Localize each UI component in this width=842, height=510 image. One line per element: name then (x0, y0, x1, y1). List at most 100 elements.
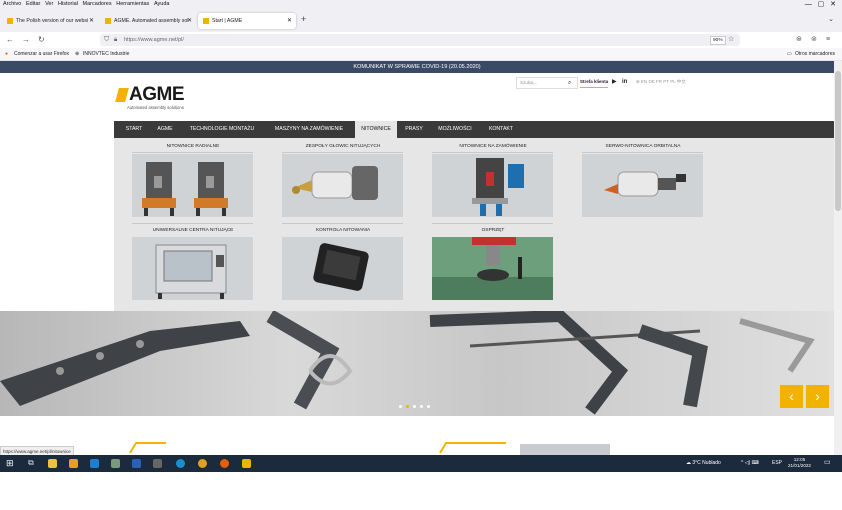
url-text: https://www.agme.net/pl/ (124, 37, 184, 43)
tab-polish-version[interactable]: The Polish version of our websi ✕ (2, 13, 98, 29)
agme-logo[interactable]: AGME Automated assembly solutions (115, 84, 207, 112)
category-image-servo-orbital[interactable] (582, 154, 703, 217)
divider (282, 223, 403, 224)
carousel-dot-4[interactable] (420, 405, 423, 408)
taskbar-clock[interactable]: 12:05 21/01/2022 (788, 457, 811, 469)
category-image-radial-riveters[interactable] (132, 154, 253, 217)
category-zespoly-glowic[interactable]: ZESPOŁY GŁOWIC NITUJĄCYCH (281, 143, 405, 151)
forward-icon[interactable]: → (22, 35, 30, 45)
menu-bookmarks[interactable]: Marcadores (83, 0, 112, 9)
carousel-dot-2-active[interactable] (406, 405, 409, 408)
close-tab-icon[interactable]: ✕ (187, 13, 192, 29)
system-tray-icons[interactable]: ^ ◁) ⌨ (741, 455, 759, 472)
search-icon[interactable]: ⌕ (568, 79, 571, 87)
mail-icon[interactable] (90, 459, 99, 468)
address-bar[interactable]: ⛉ 🔒︎ https://www.agme.net/pl/ 90% ☆ (100, 34, 740, 46)
category-image-riveting-centers[interactable] (132, 237, 253, 300)
nav-kontakt[interactable]: KONTAKT (482, 121, 520, 138)
divider (582, 152, 703, 153)
tab-agme-automated[interactable]: AGME. Automated assembly sol ✕ (100, 13, 196, 29)
zoom-level[interactable]: 90% (710, 36, 726, 45)
search-box[interactable]: Szukaj... ⌕ (516, 77, 578, 89)
youtube-icon[interactable]: ▶ (612, 77, 617, 87)
carousel-dot-5[interactable] (427, 405, 430, 408)
category-uniwersalne-centra[interactable]: UNIWERSALNE CENTRA NITUJĄCE (131, 227, 255, 235)
firefox-icon: ● (5, 51, 9, 57)
carousel-next-button[interactable]: › (806, 385, 829, 408)
firefox-icon[interactable] (220, 459, 229, 468)
windows-start-icon[interactable]: ⊞ (6, 458, 14, 468)
category-image-custom-riveters[interactable] (432, 154, 553, 217)
covid-banner[interactable]: KOMUNIKAT W SPRAWIE COVID-19 (20.05.2020… (0, 61, 834, 73)
nav-maszyny-na-zamowienie[interactable]: MASZYNY NA ZAMÓWIENIE (266, 121, 352, 138)
window-controls[interactable]: — ▢ ✕ (805, 0, 836, 9)
category-osprzet[interactable]: OSPRZĘT (431, 227, 555, 235)
hero-carousel[interactable] (0, 311, 834, 416)
page-scrollbar[interactable] (834, 61, 842, 455)
menu-edit[interactable]: Editar (26, 0, 40, 9)
menu-help[interactable]: Ayuda (154, 0, 170, 9)
category-serwo-nitownica-orbitalna[interactable]: SERWO-NITOWNICA ORBITALNA (581, 143, 705, 151)
language-switcher[interactable]: ⊕ EN DE FR PT PL 中文 (636, 77, 686, 87)
menu-file[interactable]: Archivo (3, 0, 21, 9)
app-icon[interactable] (111, 459, 120, 468)
app-icon[interactable] (153, 459, 162, 468)
other-bookmarks[interactable]: Otros marcadores (795, 48, 835, 60)
category-kontrola-nitowania[interactable]: KONTROLA NITOWANIA (281, 227, 405, 235)
windows-taskbar: ⊞ ⧉ ☁ 3°C Nublado ^ ◁) ⌨ ESP 12:05 21/01… (0, 455, 842, 472)
hamburger-menu-icon[interactable]: ≡ (826, 35, 830, 45)
close-tab-icon[interactable]: ✕ (287, 13, 292, 29)
input-language[interactable]: ESP (772, 455, 782, 472)
nav-technologie-montazu[interactable]: TECHNOLOGIE MONTAŻU (182, 121, 262, 138)
list-tabs-icon[interactable]: ⌄ (828, 15, 834, 23)
back-icon[interactable]: ← (6, 35, 14, 45)
category-nitownice-radialne[interactable]: NITOWNICE RADIALNE (131, 143, 255, 151)
category-image-riveting-heads[interactable] (282, 154, 403, 217)
chevron-right-icon: › (815, 388, 820, 404)
divider (132, 223, 253, 224)
logo-mark-icon (115, 88, 129, 102)
linkedin-icon[interactable]: in (622, 77, 627, 87)
client-zone-link[interactable]: Strefa klienta (580, 77, 609, 88)
new-tab-icon[interactable]: + (301, 14, 306, 24)
nav-agme[interactable]: AGME (152, 121, 178, 138)
clock-date: 21/01/2022 (788, 463, 811, 468)
nav-mozliwosci[interactable]: MOŻLIWOŚCI (432, 121, 478, 138)
chrome-icon[interactable] (198, 459, 207, 468)
category-image-riveting-control[interactable] (282, 237, 403, 300)
app-icon[interactable] (242, 459, 251, 468)
lock-icon[interactable]: 🔒︎ (114, 34, 117, 46)
word-icon[interactable] (132, 459, 141, 468)
carousel-dot-1[interactable] (399, 405, 402, 408)
category-nitownice-na-zamowienie[interactable]: NITOWNICE NA ZAMÓWIENIE (431, 143, 555, 151)
close-tab-icon[interactable]: ✕ (89, 13, 94, 29)
nav-start[interactable]: START (118, 121, 150, 138)
carousel-prev-button[interactable]: ‹ (780, 385, 803, 408)
scrollbar-thumb[interactable] (835, 71, 841, 211)
account-icon[interactable]: ⊚ (811, 35, 817, 45)
nav-prasy[interactable]: PRASY (400, 121, 428, 138)
nav-nitownice[interactable]: NITOWNICE (355, 121, 397, 138)
bookmark-star-icon[interactable]: ☆ (728, 34, 734, 46)
reload-icon[interactable]: ↻ (38, 35, 45, 45)
bookmark-innovtec[interactable]: INNOVTEC Industrie (83, 48, 129, 60)
shield-icon[interactable]: ⛉ (104, 34, 109, 46)
menu-tools[interactable]: Herramientas (116, 0, 149, 9)
menu-history[interactable]: Historial (58, 0, 78, 9)
folder-app-icon[interactable] (69, 459, 78, 468)
tab-start-agme[interactable]: Start | AGME ✕ (198, 13, 296, 29)
notifications-icon[interactable]: ▭ (824, 458, 831, 468)
file-explorer-icon[interactable] (48, 459, 57, 468)
weather-tray[interactable]: ☁ 3°C Nublado (686, 455, 721, 472)
agme-favicon-icon (7, 17, 13, 24)
edge-icon[interactable] (176, 459, 185, 468)
search-input[interactable]: Szukaj... (520, 78, 537, 88)
divider (432, 152, 553, 153)
pocket-icon[interactable]: ⊛ (796, 35, 802, 45)
bookmark-firefox[interactable]: Comenzar a usar Firefox (14, 48, 69, 60)
task-view-icon[interactable]: ⧉ (28, 458, 34, 468)
category-image-accessories[interactable] (432, 237, 553, 300)
logo-text: AGME (129, 84, 185, 105)
menu-view[interactable]: Ver (45, 0, 53, 9)
carousel-dot-3[interactable] (413, 405, 416, 408)
